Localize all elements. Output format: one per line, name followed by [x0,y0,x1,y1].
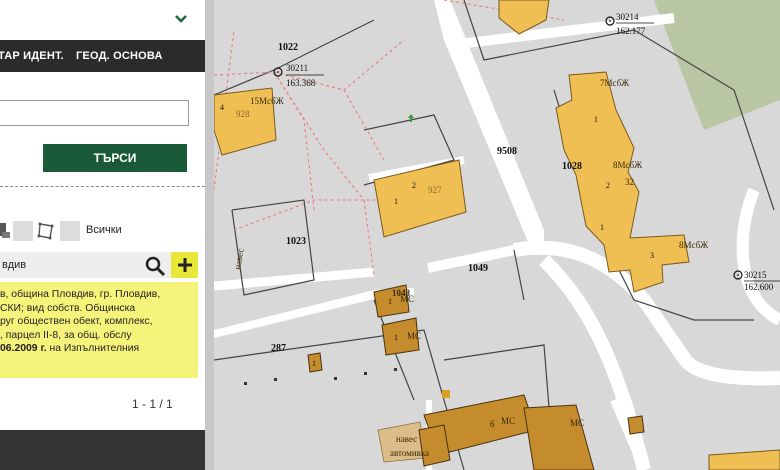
chevron-down-icon[interactable] [174,12,188,26]
search-icon[interactable] [144,255,166,277]
building-label: автомивка [390,448,429,458]
parcel-label: 9508 [497,146,517,157]
survey-elev: 163.368 [286,78,316,88]
select-all-checkbox[interactable] [60,221,80,241]
result-line: 06.2009 г. на Изпълнителния [0,343,140,354]
building-floor: 1 [594,115,598,124]
search-result-row[interactable]: вдив [0,252,198,278]
parcel-label: 1028 [562,161,582,172]
search-button[interactable]: ТЪРСИ [43,144,187,172]
building-floor: 2 [606,181,610,190]
polygon-tool-icon[interactable] [36,221,56,241]
rectangle-tool-icon[interactable] [13,221,33,241]
pager: 1 - 1 / 1 [132,397,173,411]
cadastral-map[interactable]: 1022 1023 1028 1049 9508 287 30211 163.3… [214,0,780,470]
parcel-label: 1023 [286,236,306,247]
search-row-text: вдив [2,259,27,271]
building-label: 6 [490,419,495,429]
layer-select[interactable] [0,0,205,41]
building-label: 8МсбЖ [613,160,643,170]
building-label: 32 [625,177,634,187]
building-floor: 1 [394,333,398,342]
building-label: 8МсбЖ [679,240,709,250]
tab-geodetic-base[interactable]: ГЕОД. ОСНОВА [76,50,163,62]
tab-cadastral-id[interactable]: ТАР ИДЕНТ. [0,50,64,62]
building-floor: 3 [650,251,654,260]
result-line: , парцел II-8, за общ. обслу [0,329,132,341]
tabs-bar: ТАР ИДЕНТ. ГЕОД. ОСНОВА [0,40,205,72]
survey-elev: 162.600 [744,282,774,292]
survey-elev: 162.177 [616,26,646,36]
result-date: 06.2009 г. [0,343,47,354]
building-floor: 1 [388,297,392,306]
building-ms4 [418,424,451,467]
result-line: в, община Пловдив, гр. Пловдив, [0,289,161,300]
building-label: МС [407,331,421,341]
parcel-label: 1049 [468,263,488,274]
add-button[interactable] [171,252,198,278]
panel-resizer[interactable] [205,0,214,470]
building-floor: 4 [220,103,224,112]
result-card[interactable]: в, община Пловдив, гр. Пловдив, СКИ; вид… [0,282,198,378]
building-label: 7МсбЖ [600,78,630,88]
survey-id: 30215 [744,270,767,280]
building-floor: 1 [394,197,398,206]
filter-all-label: Всички [86,224,122,236]
building-tiny [627,415,645,435]
survey-id: 30214 [616,12,639,22]
poi-icon [442,390,450,398]
building-label: МС [400,294,414,304]
parcel-label: 1022 [278,42,298,53]
building-label: 927 [428,185,442,195]
building-label: навес [396,434,417,444]
search-input[interactable] [0,100,189,126]
building-label: МС [570,418,584,428]
pointer-tool-icon[interactable] [0,220,12,240]
building-floor: 1 [600,223,604,232]
building-floor: 2 [412,181,416,190]
result-line: СКИ; вид собств. Общинска [0,302,136,314]
footer-bar [0,430,205,470]
result-line: руг обществен обект, комплекс, [0,316,153,327]
survey-id: 30211 [286,63,308,73]
building-floor: 1 [312,359,316,368]
building-label: 928 [236,109,250,119]
sidebar-panel: ТАР ИДЕНТ. ГЕОД. ОСНОВА ТЪРСИ Всички вди… [0,0,205,470]
parcel-label: 287 [271,343,286,354]
plus-icon [178,258,192,272]
building-label: МС [501,416,515,426]
divider [0,186,205,187]
building-label: 15МсбЖ [250,96,285,106]
